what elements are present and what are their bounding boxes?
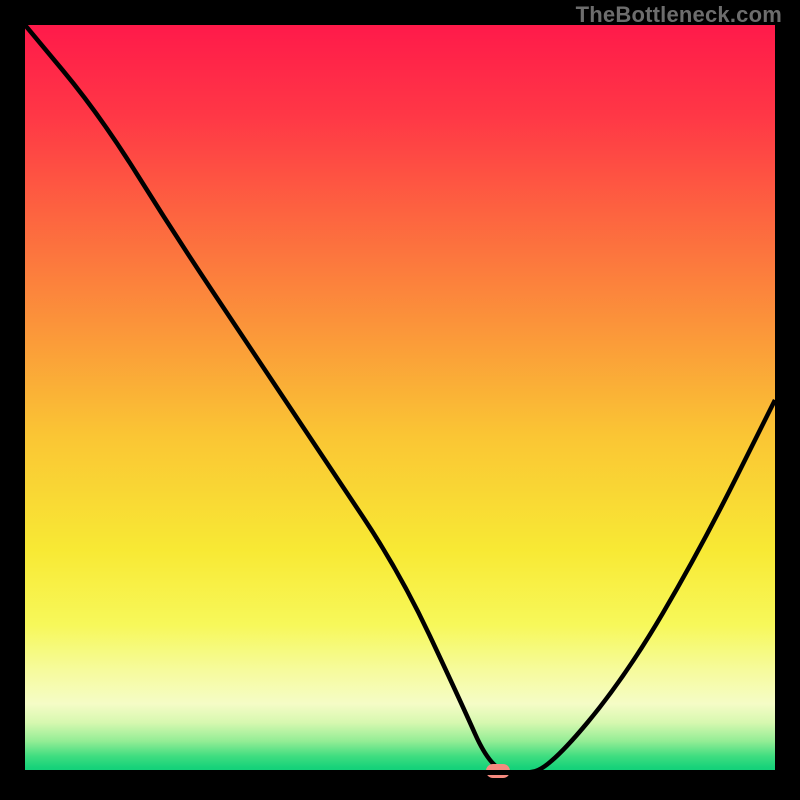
bottleneck-curve	[25, 25, 775, 775]
chart-frame: TheBottleneck.com	[0, 0, 800, 800]
x-axis-baseline	[25, 770, 775, 775]
plot-area	[25, 25, 775, 775]
